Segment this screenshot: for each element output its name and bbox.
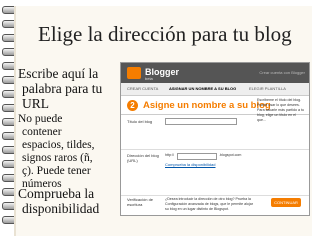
blogger-header: Blogger beta Crear cuenta con Blogger — [121, 63, 309, 83]
step-number-badge: 2 — [127, 100, 138, 111]
address-label: Dirección del blog (URL) — [127, 153, 159, 163]
blog-address-input[interactable] — [177, 153, 217, 160]
divider — [121, 195, 309, 196]
blogger-screenshot: Blogger beta Crear cuenta con Blogger CR… — [120, 62, 310, 216]
verification-label: Verificación de escritura — [127, 197, 154, 207]
step-1: CREAR CUENTA — [127, 86, 159, 91]
divider — [121, 149, 309, 150]
header-right-text: Crear cuenta con Blogger — [259, 70, 305, 75]
blogger-logo-icon — [127, 67, 141, 79]
title-label: Título del blog — [127, 119, 153, 124]
step-2: ASIGNAR UN NOMBRE A SU BLOG — [169, 86, 237, 91]
advanced-note: ¿Desea introducir la dirección de otro b… — [165, 197, 253, 211]
address-prefix: http:// — [165, 153, 174, 157]
bullet-check-availability: Comprueba la disponibilidad — [18, 186, 100, 216]
wizard-steps: CREAR CUENTA ASIGNAR UN NOMBRE A SU BLOG… — [121, 83, 309, 96]
continue-button[interactable]: CONTINUAR — [271, 198, 301, 207]
blogger-brand-sub: beta — [145, 76, 153, 81]
sidebar-help-text: Escribeme el título del blog. Puede usar… — [257, 98, 304, 122]
blog-title-input[interactable] — [165, 118, 237, 125]
check-availability-link[interactable]: Comprueba la disponibilidad — [165, 162, 215, 167]
bullet-url-word: Escribe aquí la palabra para tu URL — [18, 66, 103, 111]
heading-text: Asigne un nombre a su blog — [143, 100, 271, 111]
step-3: ELEGIR PLANTILLA — [249, 86, 286, 91]
slide-title: Elige la dirección para tu blog — [38, 22, 292, 46]
address-suffix: .blogspot.com — [219, 153, 242, 157]
bullet-restrictions: No puede contener espacios, tildes, sign… — [18, 113, 95, 190]
